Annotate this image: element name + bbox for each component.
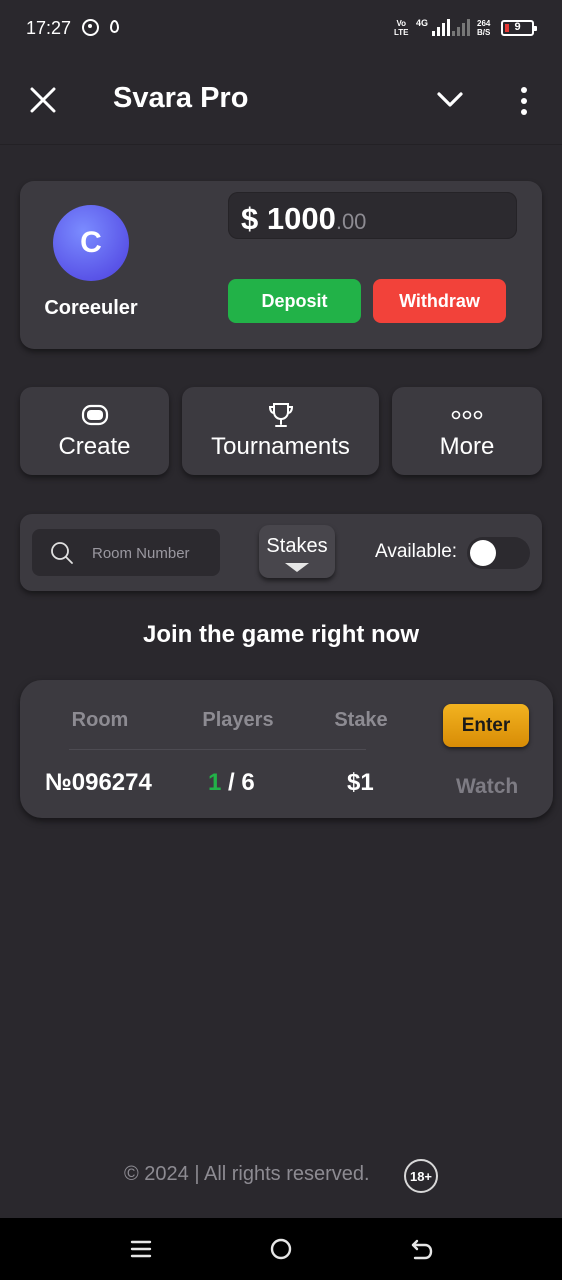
watch-button[interactable]: Watch: [456, 775, 518, 799]
tournaments-label: Tournaments: [211, 433, 350, 460]
recent-apps-icon[interactable]: [130, 1238, 152, 1260]
network-type: 4G: [416, 18, 429, 28]
filter-bar: Stakes Available:: [20, 514, 542, 591]
signal-2-icon: [452, 18, 470, 36]
withdraw-button[interactable]: Withdraw: [373, 279, 506, 323]
trophy-icon: [267, 401, 295, 429]
status-bar: 17:27 Vo LTE 4G 264 B/S 9: [0, 0, 562, 56]
signal-icon: [432, 18, 450, 36]
username: Coreeuler: [44, 297, 138, 319]
column-header-players: Players: [202, 709, 274, 731]
profile-card: C Coreeuler $ 1000.00 Deposit Withdraw: [20, 181, 542, 349]
deposit-button[interactable]: Deposit: [228, 279, 361, 323]
caret-down-icon: [285, 563, 309, 572]
create-button[interactable]: Create: [20, 387, 169, 475]
system-nav-bar: [0, 1218, 562, 1280]
sync-icon: [82, 19, 99, 36]
create-label: Create: [58, 433, 131, 460]
balance-box: $ 1000.00: [228, 192, 517, 239]
join-heading: Join the game right now: [142, 621, 419, 648]
room-card: Room Players Stake Enter №096274 1 / 6 $…: [20, 680, 553, 818]
players-count: 1 / 6: [208, 769, 255, 797]
age-badge: 18+: [404, 1159, 438, 1193]
chevron-down-icon[interactable]: [436, 90, 464, 110]
players-max: / 6: [221, 769, 255, 796]
balance-cents: .00: [335, 209, 367, 234]
available-toggle[interactable]: [467, 537, 530, 569]
close-icon[interactable]: [30, 87, 56, 113]
more-dots-icon: [451, 401, 483, 429]
app-title: Svara Pro: [113, 82, 249, 114]
toggle-knob: [470, 540, 496, 566]
stakes-dropdown[interactable]: Stakes: [259, 525, 335, 578]
enter-button[interactable]: Enter: [443, 704, 529, 747]
kebab-icon[interactable]: [512, 86, 536, 116]
more-button[interactable]: More: [392, 387, 542, 475]
volte-indicator: Vo LTE: [394, 19, 409, 37]
search-input[interactable]: [92, 541, 212, 565]
column-header-room: Room: [71, 709, 129, 731]
battery-icon: 9: [501, 20, 537, 36]
stakes-label: Stakes: [266, 535, 328, 557]
divider: [69, 749, 366, 750]
tournaments-button[interactable]: Tournaments: [182, 387, 379, 475]
more-label: More: [439, 433, 495, 460]
players-current: 1: [208, 769, 222, 796]
room-number: №096274: [45, 769, 152, 796]
copyright: © 2024 | All rights reserved.: [124, 1163, 370, 1185]
back-icon[interactable]: [410, 1237, 434, 1261]
search-box[interactable]: [32, 529, 220, 576]
balance-main: $ 1000: [241, 201, 336, 236]
column-header-stake: Stake: [334, 709, 388, 731]
home-icon[interactable]: [270, 1238, 292, 1260]
status-time: 17:27: [26, 18, 72, 38]
notification-icon: [110, 20, 119, 33]
stake-value: $1: [347, 769, 374, 796]
search-icon: [51, 542, 73, 564]
available-label: Available:: [375, 541, 458, 562]
app-header: Svara Pro: [0, 56, 562, 145]
table-icon: [80, 401, 110, 429]
net-speed: 264 B/S: [477, 19, 491, 37]
avatar[interactable]: C: [53, 205, 129, 281]
battery-level: 9: [514, 21, 521, 33]
balance: $ 1000.00: [241, 201, 366, 237]
